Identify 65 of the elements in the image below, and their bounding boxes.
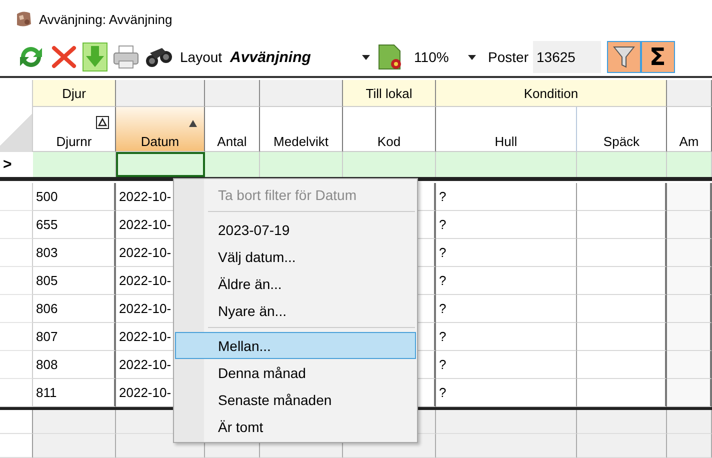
- menu-item[interactable]: Är tomt: [175, 413, 416, 440]
- footer-cell: [667, 434, 712, 458]
- binoculars-icon: [144, 45, 174, 69]
- column-header[interactable]: Späck: [577, 107, 667, 152]
- table-cell: [667, 239, 712, 267]
- row-header[interactable]: [0, 267, 33, 295]
- row-header[interactable]: [0, 295, 33, 323]
- column-header[interactable]: Am: [667, 107, 712, 152]
- table-cell: 805: [33, 267, 116, 295]
- table-cell: ?: [436, 295, 577, 323]
- table-cell: ?: [436, 379, 577, 407]
- export-button[interactable]: [80, 41, 110, 73]
- animal-icon: [15, 10, 32, 28]
- row-header[interactable]: [0, 351, 33, 379]
- table-cell: ?: [436, 351, 577, 379]
- column-header[interactable]: Antal: [205, 107, 260, 152]
- record-count: 13625: [532, 41, 601, 73]
- table-cell: 803: [33, 239, 116, 267]
- row-header[interactable]: [0, 379, 33, 407]
- sum-button[interactable]: Σ: [640, 41, 675, 73]
- column-header[interactable]: Kod: [343, 107, 436, 152]
- column-header[interactable]: Djurnr: [33, 107, 116, 152]
- download-icon: [82, 42, 108, 72]
- table-cell: ?: [436, 183, 577, 211]
- layout-label: Layout: [180, 49, 222, 65]
- table-cell: ?: [436, 211, 577, 239]
- table-cell: [667, 351, 712, 379]
- table-cell: 806: [33, 295, 116, 323]
- table-cell: [667, 323, 712, 351]
- table-cell: [667, 211, 712, 239]
- table-cell: [667, 267, 712, 295]
- table-cell: ?: [436, 323, 577, 351]
- column-header[interactable]: Hull: [436, 107, 577, 152]
- column-group-header: Djur: [33, 80, 116, 107]
- funnel-icon: [612, 45, 635, 69]
- menu-item[interactable]: Mellan...: [175, 332, 416, 359]
- table-cell: ?: [436, 267, 577, 295]
- filter-button[interactable]: [606, 41, 641, 73]
- table-cell: [667, 295, 712, 323]
- table-cell: 807: [33, 323, 116, 351]
- row-header[interactable]: [0, 211, 33, 239]
- row-header[interactable]: [0, 183, 33, 211]
- table-cell: 811: [33, 379, 116, 407]
- table-cell: 808: [33, 351, 116, 379]
- column-header[interactable]: Datum: [116, 107, 205, 152]
- column-group-header: Kondition: [436, 80, 667, 107]
- close-icon: [50, 43, 78, 71]
- window-title: Avvänjning: Avvänjning: [39, 12, 172, 26]
- poster-label: Poster: [488, 49, 529, 65]
- table-cell: [667, 379, 712, 407]
- table-cell: 500: [33, 183, 116, 211]
- table-cell: 655: [33, 211, 116, 239]
- table-cell: ?: [436, 239, 577, 267]
- row-header[interactable]: [0, 323, 33, 351]
- column-header[interactable]: Medelvikt: [260, 107, 343, 152]
- row-header: [0, 410, 33, 434]
- printer-icon: [112, 44, 140, 70]
- column-group-header: Till lokal: [343, 80, 436, 107]
- caret-icon: [468, 54, 476, 60]
- row-header: [0, 434, 33, 458]
- caret-icon: [362, 54, 370, 60]
- footer-cell: [667, 410, 712, 434]
- filter-cell[interactable]: [116, 152, 205, 177]
- select-all-corner[interactable]: [0, 107, 33, 152]
- row-header[interactable]: [0, 239, 33, 267]
